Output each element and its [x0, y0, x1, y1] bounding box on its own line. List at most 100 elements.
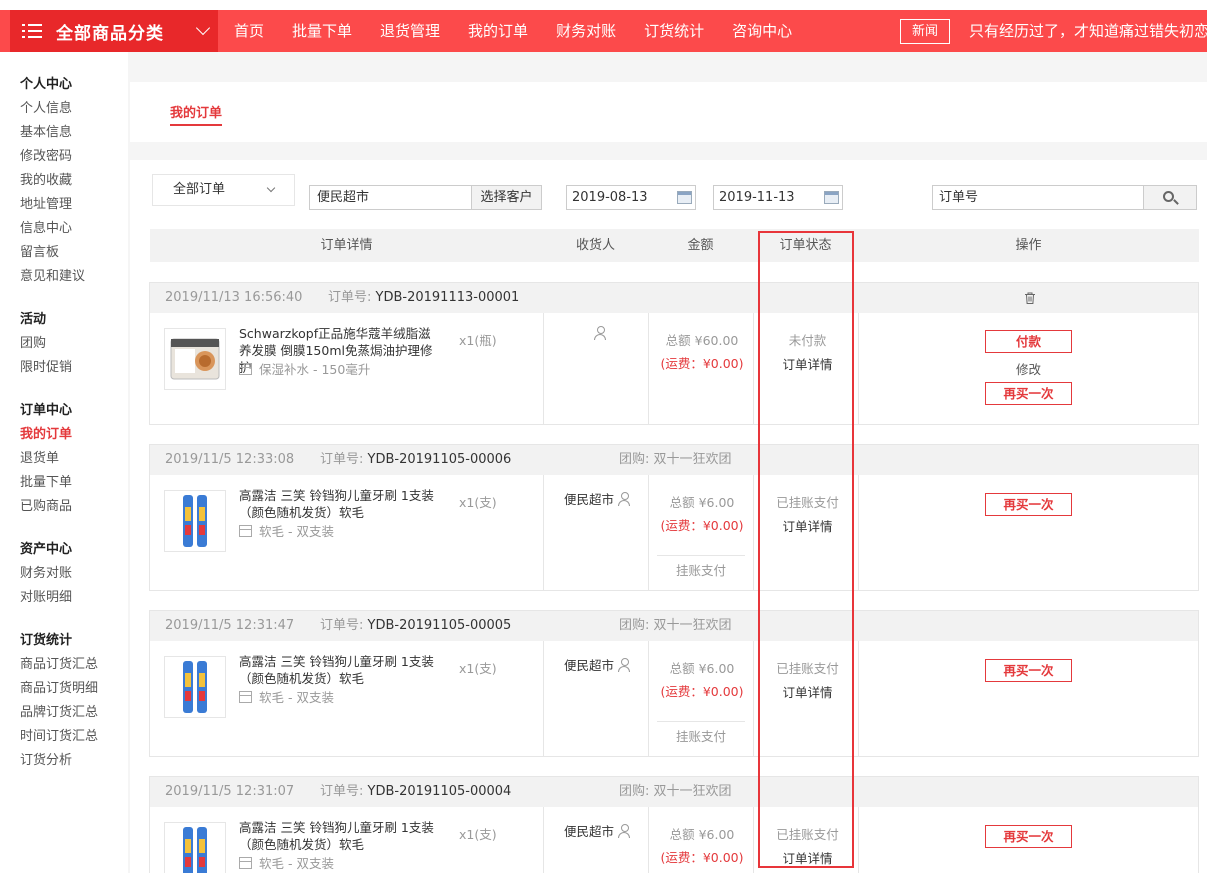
toothbrush-pack-image: [183, 827, 207, 873]
product-name[interactable]: 高露洁 三笑 铃铛狗儿童牙刷 1支装（颜色随机发货）软毛: [239, 819, 439, 853]
calendar-icon[interactable]: [677, 191, 692, 204]
sidebar-item-group-buy[interactable]: 团购: [20, 332, 72, 356]
modify-link[interactable]: 修改: [859, 359, 1198, 378]
order-amount: 总额 ¥60.00 (运费：¥0.00): [650, 330, 754, 372]
order-detail-link[interactable]: 订单详情: [755, 516, 860, 535]
sidebar-item-time-summary[interactable]: 时间订货汇总: [20, 725, 98, 749]
sidebar-item-statement[interactable]: 对账明细: [20, 586, 72, 610]
user-icon: [618, 824, 631, 838]
rebuy-button[interactable]: 再买一次: [985, 659, 1072, 682]
order-search-input[interactable]: 订单号: [932, 185, 1144, 210]
sidebar-item-analysis[interactable]: 订货分析: [20, 749, 98, 773]
sidebar-item-product-summary[interactable]: 商品订货汇总: [20, 653, 98, 677]
news-button[interactable]: 新闻: [900, 19, 950, 44]
order-header: 2019/11/5 12:31:07 订单号: YDB-20191105-000…: [150, 777, 1198, 807]
select-customer-button[interactable]: 选择客户: [471, 185, 542, 210]
sidebar-item-personal-info[interactable]: 个人信息: [20, 97, 85, 121]
order-total: 总额 ¥60.00: [665, 333, 739, 348]
sidebar-group-assets: 资产中心 财务对账 对账明细: [20, 538, 72, 610]
rebuy-button[interactable]: 再买一次: [985, 825, 1072, 848]
nav-link-my-orders[interactable]: 我的订单: [454, 10, 542, 52]
sidebar-item-purchased[interactable]: 已购商品: [20, 495, 72, 519]
sidebar-item-flash-sale[interactable]: 限时促销: [20, 356, 72, 380]
user-icon: [618, 658, 631, 672]
order-status: 未付款 订单详情: [755, 330, 860, 373]
pay-button[interactable]: 付款: [985, 330, 1072, 353]
sidebar-item-messages[interactable]: 信息中心: [20, 217, 85, 241]
sidebar-group-title: 个人中心: [20, 77, 73, 92]
nav-link-returns[interactable]: 退货管理: [366, 10, 454, 52]
order-status-text: 已挂账支付: [776, 495, 839, 510]
nav-link-order-stats[interactable]: 订货统计: [630, 10, 718, 52]
credit-payment-label: 挂账支付: [657, 555, 745, 579]
product-spec: 软毛 - 双支装: [239, 523, 334, 540]
customer-input[interactable]: 便民超市: [309, 185, 472, 210]
order-number: 订单号: YDB-20191105-00006: [320, 452, 512, 467]
package-icon: [239, 857, 252, 869]
nav-link-bulk-order[interactable]: 批量下单: [278, 10, 366, 52]
product-image[interactable]: [164, 656, 226, 718]
sidebar-group-title: 资产中心: [20, 542, 73, 557]
sidebar-item-basic-info[interactable]: 基本信息: [20, 121, 85, 145]
group-buy-label: 团购: 双十一狂欢团: [619, 784, 732, 799]
product-image[interactable]: [164, 328, 226, 390]
rebuy-button[interactable]: 再买一次: [985, 493, 1072, 516]
order-amount: 总额 ¥6.00 (运费：¥0.00): [650, 492, 754, 534]
nav-link-home[interactable]: 首页: [220, 10, 278, 52]
col-actions: 操作: [1015, 238, 1042, 253]
sidebar-item-product-detail[interactable]: 商品订货明细: [20, 677, 98, 701]
product-image[interactable]: [164, 822, 226, 873]
trash-icon[interactable]: [1024, 292, 1036, 304]
product-spec: 软毛 - 双支装: [239, 855, 334, 872]
receiver: 便民超市: [564, 821, 631, 840]
order-status: 已挂账支付 订单详情: [755, 824, 860, 867]
order-detail-link[interactable]: 订单详情: [755, 682, 860, 701]
sidebar-item-change-password[interactable]: 修改密码: [20, 145, 85, 169]
sidebar: 个人中心 个人信息 基本信息 修改密码 我的收藏 地址管理 信息中心 留言板 意…: [0, 52, 128, 873]
order-status-select[interactable]: 全部订单: [152, 174, 295, 206]
col-detail: 订单详情: [320, 238, 373, 253]
tab-my-orders[interactable]: 我的订单: [170, 102, 223, 126]
all-categories-button[interactable]: 全部商品分类: [10, 10, 218, 52]
rebuy-button[interactable]: 再买一次: [985, 382, 1072, 405]
chevron-down-icon: [195, 20, 211, 36]
sidebar-item-favorites[interactable]: 我的收藏: [20, 169, 85, 193]
package-icon: [239, 525, 252, 537]
order-actions: 再买一次: [859, 493, 1198, 516]
sidebar-group-orders: 订单中心 我的订单 退货单 批量下单 已购商品: [20, 399, 72, 519]
product-image[interactable]: [164, 490, 226, 552]
all-categories-label: 全部商品分类: [56, 23, 164, 44]
sidebar-item-address[interactable]: 地址管理: [20, 193, 85, 217]
credit-payment-label: 挂账支付: [657, 721, 745, 745]
date-to-value: 2019-11-13: [719, 190, 795, 205]
sidebar-item-message-board[interactable]: 留言板: [20, 241, 85, 265]
date-to-input[interactable]: 2019-11-13: [713, 185, 843, 210]
sidebar-item-feedback[interactable]: 意见和建议: [20, 265, 85, 289]
product-name[interactable]: 高露洁 三笑 铃铛狗儿童牙刷 1支装（颜色随机发货）软毛: [239, 487, 439, 521]
order-time: 2019/11/5 12:31:47: [165, 618, 295, 633]
sidebar-item-bulk-order[interactable]: 批量下单: [20, 471, 72, 495]
date-from-value: 2019-08-13: [572, 190, 648, 205]
col-status: 订单状态: [779, 238, 832, 253]
order-actions: 再买一次: [859, 825, 1198, 848]
order-body: 高露洁 三笑 铃铛狗儿童牙刷 1支装（颜色随机发货）软毛 软毛 - 双支装 x1…: [150, 475, 1198, 590]
product-name[interactable]: 高露洁 三笑 铃铛狗儿童牙刷 1支装（颜色随机发货）软毛: [239, 653, 439, 687]
sidebar-item-reconciliation[interactable]: 财务对账: [20, 562, 72, 586]
shipping-fee: (运费：¥0.00): [660, 518, 744, 533]
sidebar-item-my-orders[interactable]: 我的订单: [20, 423, 72, 447]
order-amount: 总额 ¥6.00 (运费：¥0.00): [650, 658, 754, 700]
order-card: 2019/11/5 12:31:47 订单号: YDB-20191105-000…: [149, 610, 1199, 757]
search-button[interactable]: [1143, 185, 1197, 210]
group-buy-label: 团购: 双十一狂欢团: [619, 618, 732, 633]
order-body: 高露洁 三笑 铃铛狗儿童牙刷 1支装（颜色随机发货）软毛 软毛 - 双支装 x1…: [150, 641, 1198, 756]
nav-link-consult[interactable]: 咨询中心: [718, 10, 806, 52]
order-detail-link[interactable]: 订单详情: [755, 354, 860, 373]
calendar-icon[interactable]: [824, 191, 839, 204]
top-strip: [0, 0, 1207, 10]
nav-link-finance[interactable]: 财务对账: [542, 10, 630, 52]
sidebar-item-brand-summary[interactable]: 品牌订货汇总: [20, 701, 98, 725]
sidebar-item-returns[interactable]: 退货单: [20, 447, 72, 471]
order-header: 2019/11/5 12:33:08 订单号: YDB-20191105-000…: [150, 445, 1198, 475]
order-detail-link[interactable]: 订单详情: [755, 848, 860, 867]
date-from-input[interactable]: 2019-08-13: [566, 185, 696, 210]
